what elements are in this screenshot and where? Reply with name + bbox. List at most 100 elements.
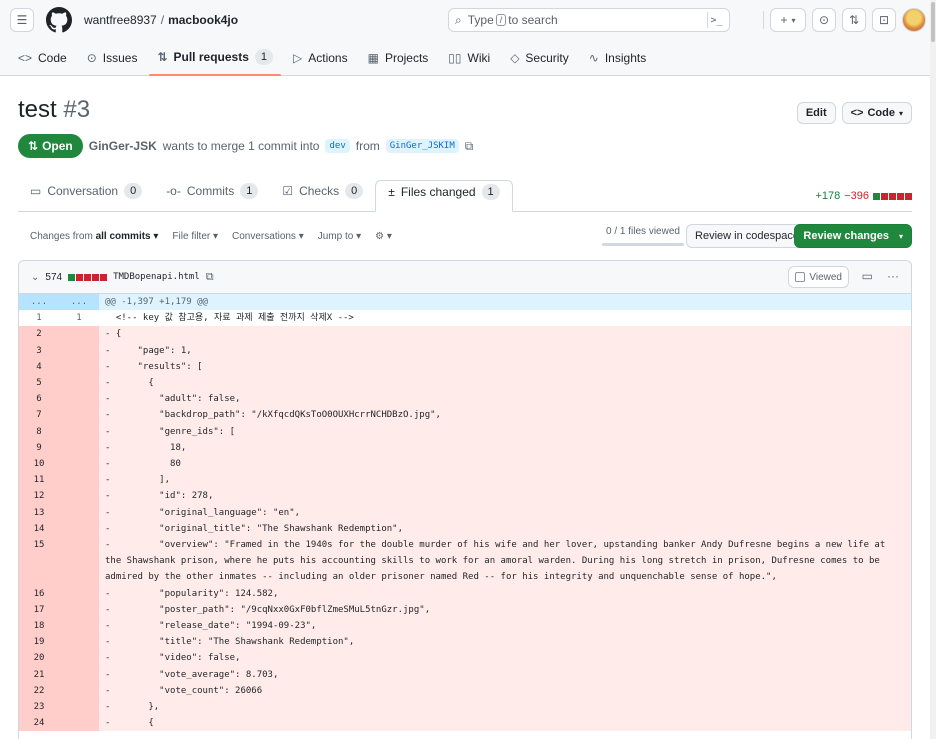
create-new-button[interactable]: + ▾	[770, 8, 806, 32]
viewed-checkbox[interactable]: Viewed	[788, 266, 849, 288]
tab-conversation[interactable]: ▭ Conversation 0	[18, 179, 154, 211]
old-line-number[interactable]: 22	[19, 682, 59, 700]
repo-tab-issues[interactable]: ⊙ Issues	[79, 51, 146, 75]
diff-hunk-header[interactable]: ...... @@ -1,397 +1,179 @@	[19, 294, 911, 311]
new-line-number[interactable]	[59, 472, 99, 489]
old-line-number[interactable]: 15	[19, 537, 59, 586]
global-search-input[interactable]: ⌕ Type / to search >_	[448, 8, 730, 32]
old-line-number[interactable]: 7	[19, 407, 59, 424]
old-line-number[interactable]: 14	[19, 520, 59, 538]
collapse-chevron-icon[interactable]: ⌄	[31, 272, 39, 283]
old-line-number[interactable]: 10	[19, 456, 59, 473]
diff-code: - "id": 278,	[105, 491, 214, 502]
old-line-number[interactable]: 17	[19, 601, 59, 619]
scrollbar-thumb[interactable]	[931, 2, 935, 42]
new-line-number[interactable]	[59, 358, 99, 376]
changes-from-dropdown[interactable]: Changes from all commits ▾	[30, 231, 158, 242]
repo-tab-actions[interactable]: ▷ Actions	[285, 51, 356, 75]
repo-tab-projects[interactable]: ▦ Projects	[360, 51, 437, 75]
old-line-number[interactable]: 16	[19, 585, 59, 602]
copy-icon[interactable]: ⧉	[206, 271, 214, 284]
tab-label: Commits	[186, 184, 235, 198]
page-scrollbar[interactable]	[930, 0, 936, 739]
code-icon: <>	[18, 51, 33, 65]
new-line-number[interactable]	[59, 537, 99, 586]
review-in-codespace-button[interactable]: Review in codespace	[686, 224, 808, 248]
comment-icon[interactable]: ▭	[862, 269, 873, 283]
repo-tab-security[interactable]: ◇ Security	[502, 51, 577, 75]
new-line-number[interactable]	[59, 601, 99, 619]
new-line-number[interactable]	[59, 699, 99, 716]
new-line-number[interactable]	[59, 682, 99, 700]
repo-tab-wiki[interactable]: ▯▯ Wiki	[440, 51, 498, 75]
kebab-menu-icon[interactable]: ···	[887, 269, 899, 283]
repo-tab-insights[interactable]: ∿ Insights	[581, 51, 654, 75]
repo-owner-link[interactable]: wantfree8937	[84, 13, 157, 27]
new-line-number[interactable]	[59, 618, 99, 635]
page-title: test #3	[18, 96, 912, 124]
old-line-number[interactable]: 4	[19, 358, 59, 376]
edit-title-button[interactable]: Edit	[796, 102, 836, 124]
old-line-number[interactable]: 13	[19, 504, 59, 521]
conversations-dropdown[interactable]: Conversations ▾	[232, 231, 304, 242]
new-line-number[interactable]	[59, 520, 99, 538]
old-line-number[interactable]: 12	[19, 488, 59, 505]
diff-settings-dropdown[interactable]: ⚙ ▾	[375, 231, 392, 242]
author-link[interactable]: GinGer-JSK	[89, 139, 157, 153]
new-line-number[interactable]: ...	[59, 294, 99, 311]
new-line-number[interactable]	[59, 666, 99, 683]
tab-commits[interactable]: -o- Commits 1	[154, 179, 270, 211]
old-line-number[interactable]: 20	[19, 650, 59, 667]
old-line-number[interactable]: 21	[19, 666, 59, 683]
issues-button[interactable]: ⊙	[812, 8, 836, 32]
old-line-number[interactable]: 1	[19, 310, 59, 326]
new-line-number[interactable]	[59, 504, 99, 521]
jump-to-dropdown[interactable]: Jump to ▾	[318, 231, 361, 242]
new-line-number[interactable]	[59, 634, 99, 651]
user-avatar[interactable]	[902, 8, 926, 32]
issue-icon: ⊙	[818, 13, 830, 27]
old-line-number[interactable]: 24	[19, 715, 59, 732]
new-line-number[interactable]: 1	[59, 310, 99, 326]
github-logo-icon[interactable]	[46, 7, 72, 33]
old-line-number[interactable]: 9	[19, 439, 59, 457]
old-line-number[interactable]: 18	[19, 618, 59, 635]
new-line-number[interactable]	[59, 375, 99, 392]
tab-files-changed[interactable]: ± Files changed 1	[375, 180, 513, 212]
old-line-number[interactable]: 6	[19, 391, 59, 408]
copy-icon[interactable]: ⧉	[465, 139, 474, 154]
old-line-number[interactable]: 23	[19, 699, 59, 716]
hamburger-menu-button[interactable]: ☰	[10, 8, 34, 32]
new-line-number[interactable]	[59, 423, 99, 440]
base-branch-link[interactable]: dev	[325, 139, 350, 153]
new-line-number[interactable]	[59, 407, 99, 424]
pull-requests-button[interactable]: ⇅	[842, 8, 866, 32]
repo-tab-code[interactable]: <> Code	[10, 51, 75, 75]
new-line-number[interactable]	[59, 488, 99, 505]
review-changes-button[interactable]: Review changes ▾	[794, 224, 912, 248]
inbox-button[interactable]: ⊡	[872, 8, 896, 32]
code-dropdown-button[interactable]: <> Code ▾	[841, 102, 912, 124]
new-line-number[interactable]	[59, 585, 99, 602]
file-filter-dropdown[interactable]: File filter ▾	[172, 231, 218, 242]
old-line-number[interactable]: 5	[19, 375, 59, 392]
old-line-number[interactable]: 11	[19, 472, 59, 489]
file-name[interactable]: TMDBopenapi.html	[113, 272, 200, 282]
old-line-number[interactable]: 8	[19, 423, 59, 440]
new-line-number[interactable]	[59, 326, 99, 343]
head-branch-link[interactable]: GinGer_JSKIM	[385, 139, 459, 153]
new-line-number[interactable]	[59, 715, 99, 732]
new-line-number[interactable]	[59, 342, 99, 359]
new-line-number[interactable]	[59, 650, 99, 667]
old-line-number[interactable]: ...	[19, 294, 59, 311]
command-palette-icon[interactable]: >_	[707, 12, 725, 28]
new-line-number[interactable]	[59, 391, 99, 408]
repo-tab-pull-requests[interactable]: ⇅ Pull requests 1	[149, 49, 281, 76]
old-line-number[interactable]: 19	[19, 634, 59, 651]
new-line-number[interactable]	[59, 439, 99, 457]
old-line-number[interactable]: 2	[19, 326, 59, 343]
repo-name-link[interactable]: macbook4jo	[168, 13, 238, 27]
old-line-number[interactable]: 3	[19, 342, 59, 359]
tab-checks[interactable]: ☑ Checks 0	[270, 179, 375, 211]
new-line-number[interactable]	[59, 456, 99, 473]
